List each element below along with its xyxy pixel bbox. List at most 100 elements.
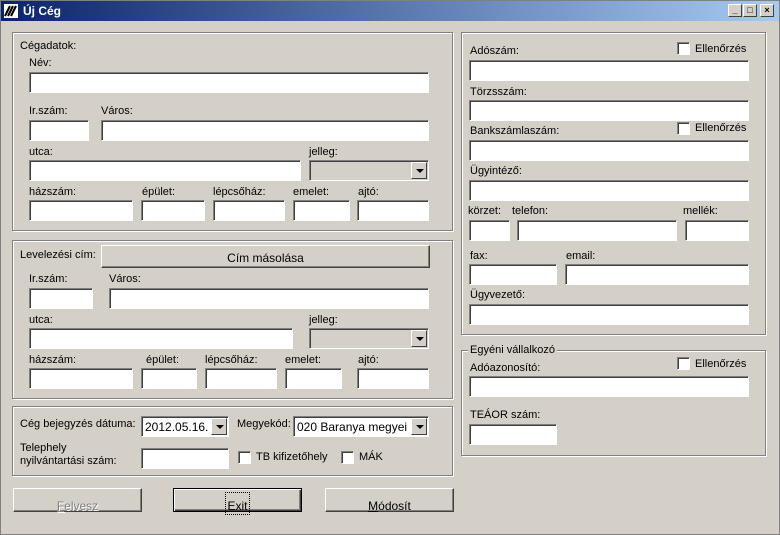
egyeni-ellenorzes-label: Ellenőrzés	[695, 358, 747, 370]
varos-input[interactable]	[101, 120, 429, 141]
lev-lepcsohaz-input[interactable]	[205, 368, 277, 389]
utca-label: utca:	[29, 146, 53, 158]
irszam-label: Ir.szám:	[29, 105, 68, 117]
lev-emelet-label: emelet:	[285, 354, 322, 366]
datum-label: Cég bejegyzés dátuma:	[20, 418, 136, 430]
jelleg-select[interactable]	[309, 160, 429, 181]
telefon-label: telefon:	[512, 205, 549, 217]
bankszamla-input[interactable]	[469, 140, 749, 161]
cim-masolasa-label: Cím másolása	[227, 251, 304, 265]
adoazonosito-input[interactable]	[469, 376, 749, 397]
megyekod-select[interactable]: 020 Baranya megyei E	[293, 416, 429, 437]
hazszam-label: házszám:	[29, 186, 77, 198]
bankszamla-ellenorzes-label: Ellenőrzés	[695, 122, 747, 134]
mellek-input[interactable]	[685, 220, 749, 241]
adoazonosito-label: Adóazonosító:	[470, 362, 541, 374]
adoszam-label: Adószám:	[470, 45, 519, 57]
lev-jelleg-select[interactable]	[309, 328, 429, 349]
felvesz-label: Felvesz	[56, 499, 99, 513]
felvesz-button[interactable]: Felvesz	[13, 488, 142, 513]
torzsszam-input[interactable]	[469, 100, 749, 121]
close-icon: ×	[764, 5, 770, 15]
lev-utca-label: utca:	[29, 314, 53, 326]
korzet-input[interactable]	[469, 220, 510, 241]
cegadatok-title: Cégadatok:	[20, 40, 77, 52]
datum-value: 2012.05.16.	[145, 420, 209, 434]
mellek-label: mellék:	[683, 205, 718, 217]
lev-irszam-input[interactable]	[29, 288, 93, 309]
lev-emelet-input[interactable]	[285, 368, 342, 389]
epulet-label: épület:	[142, 186, 176, 198]
minimize-icon: _	[732, 5, 738, 15]
email-input[interactable]	[565, 264, 749, 285]
minimize-button[interactable]: _	[728, 4, 742, 17]
exit-button[interactable]: Exit	[173, 488, 302, 515]
lev-varos-input[interactable]	[109, 288, 429, 309]
maximize-button[interactable]: □	[743, 4, 757, 17]
ugyvezeto-label: Ügyvezető:	[470, 289, 526, 301]
emelet-input[interactable]	[293, 200, 350, 221]
bankszamla-label: Bankszámlaszám:	[470, 125, 560, 137]
utca-input[interactable]	[29, 160, 301, 181]
lev-utca-input[interactable]	[29, 328, 293, 349]
teaor-input[interactable]	[469, 424, 557, 445]
lepcsohaz-label: lépcsőház:	[213, 186, 266, 198]
telephely-label-2: nyilvántartási szám:	[20, 455, 117, 467]
lepcsohaz-input[interactable]	[213, 200, 285, 221]
emelet-label: emelet:	[293, 186, 330, 198]
adoszam-ellenorzes-checkbox[interactable]	[677, 42, 690, 55]
egyeni-ellenorzes-checkbox[interactable]	[677, 357, 690, 370]
window-title: Új Cég	[23, 4, 62, 18]
cim-masolasa-button[interactable]: Cím másolása	[101, 245, 430, 268]
adoszam-input[interactable]	[469, 60, 749, 81]
korzet-label: körzet:	[468, 205, 502, 217]
email-label: email:	[566, 250, 596, 262]
tb-checkbox[interactable]	[238, 451, 251, 464]
title-bar[interactable]: Új Cég _ □ ×	[1, 1, 779, 21]
close-button[interactable]: ×	[760, 4, 774, 17]
ugyintezo-input[interactable]	[469, 180, 749, 201]
ugyintezo-label: Ügyintéző:	[470, 165, 522, 177]
irszam-input[interactable]	[29, 120, 89, 141]
mak-label: MÁK	[359, 451, 383, 463]
exit-label: Exit	[225, 492, 250, 515]
chevron-down-icon[interactable]	[411, 418, 427, 435]
lev-epulet-input[interactable]	[141, 368, 197, 389]
megyekod-value: 020 Baranya megyei E	[297, 420, 419, 434]
fax-label: fax:	[470, 250, 488, 262]
chevron-down-icon[interactable]	[411, 330, 427, 347]
fax-input[interactable]	[469, 264, 557, 285]
telefon-input[interactable]	[517, 220, 677, 241]
ugyvezeto-input[interactable]	[469, 304, 749, 325]
chevron-down-icon[interactable]	[211, 418, 227, 435]
nev-input[interactable]	[29, 72, 429, 93]
levelezesi-title: Levelezési cím:	[20, 249, 96, 261]
lev-ajto-input[interactable]	[357, 368, 429, 389]
lev-irszam-label: Ir.szám:	[29, 273, 68, 285]
nev-label: Név:	[29, 57, 52, 69]
window: Új Cég _ □ × Cégadatok: Név: Ir.szám: Vá…	[0, 0, 780, 535]
chevron-down-icon[interactable]	[411, 162, 427, 179]
torzsszam-label: Törzsszám:	[470, 86, 527, 98]
epulet-input[interactable]	[141, 200, 205, 221]
mak-checkbox[interactable]	[341, 451, 354, 464]
megyekod-label: Megyekód:	[237, 418, 291, 430]
lev-epulet-label: épület:	[146, 354, 180, 366]
hazszam-input[interactable]	[29, 200, 133, 221]
lev-jelleg-label: jelleg:	[309, 314, 338, 326]
modosit-label: Módosít	[368, 499, 411, 513]
datum-picker[interactable]: 2012.05.16.	[141, 416, 229, 437]
lev-hazszam-input[interactable]	[29, 368, 133, 389]
ajto-input[interactable]	[357, 200, 429, 221]
modosit-button[interactable]: Módosít	[325, 488, 454, 513]
varos-label: Város:	[101, 105, 133, 117]
lev-varos-label: Város:	[109, 273, 141, 285]
maximize-icon: □	[747, 5, 753, 15]
bankszamla-ellenorzes-checkbox[interactable]	[677, 122, 690, 135]
teaor-label: TEÁOR szám:	[470, 409, 541, 421]
telephely-input[interactable]	[141, 448, 229, 469]
adoszam-ellenorzes-label: Ellenőrzés	[695, 43, 747, 55]
ajto-label: ajtó:	[358, 186, 379, 198]
lev-hazszam-label: házszám:	[29, 354, 77, 366]
tb-label: TB kifizetőhely	[256, 451, 328, 463]
